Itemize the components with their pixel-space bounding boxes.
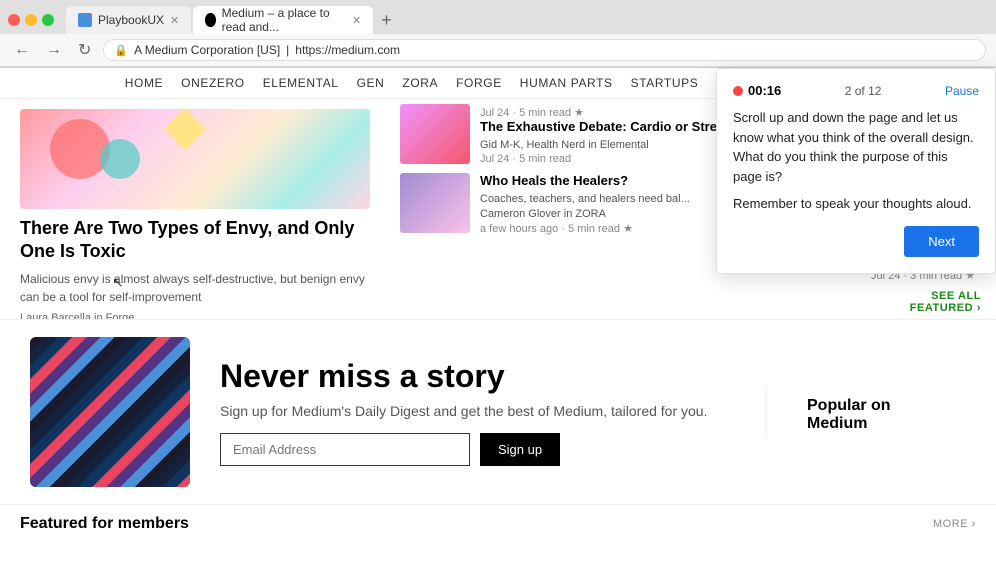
new-tab-button[interactable]: + bbox=[375, 10, 398, 31]
newsletter-section: Never miss a story Sign up for Medium's … bbox=[0, 319, 996, 504]
url-bar[interactable]: 🔒 A Medium Corporation [US] | https://me… bbox=[103, 39, 986, 61]
image-decoration-1 bbox=[50, 119, 110, 179]
article-thumb-cardio bbox=[400, 104, 470, 164]
newsletter-content: Never miss a story Sign up for Medium's … bbox=[220, 358, 736, 466]
nav-gen[interactable]: GEN bbox=[357, 76, 385, 90]
newsletter-image bbox=[30, 337, 190, 487]
address-bar-row: ← → ↻ 🔒 A Medium Corporation [US] | http… bbox=[0, 34, 996, 67]
nav-elemental[interactable]: ELEMENTAL bbox=[263, 76, 339, 90]
popular-title: Popular on Medium bbox=[787, 387, 966, 438]
tab-medium[interactable]: Medium – a place to read and... ✕ bbox=[193, 6, 373, 34]
tab-playbookux[interactable]: PlaybookUX ✕ bbox=[66, 6, 191, 34]
close-window-button[interactable] bbox=[8, 14, 20, 26]
nav-home[interactable]: HOME bbox=[125, 76, 163, 90]
tab-medium-close[interactable]: ✕ bbox=[352, 14, 361, 27]
tab-bar: PlaybookUX ✕ Medium – a place to read an… bbox=[0, 0, 996, 34]
forward-button[interactable]: → bbox=[42, 39, 66, 61]
left-article-meta: Laura Barcella in Forge a few hours ago … bbox=[20, 312, 370, 319]
address-url: https://medium.com bbox=[295, 43, 400, 57]
nav-human-parts[interactable]: HUMAN PARTS bbox=[520, 76, 613, 90]
overlay-body: Scroll up and down the page and let us k… bbox=[733, 108, 979, 214]
playbookux-favicon bbox=[78, 13, 92, 27]
next-button[interactable]: Next bbox=[904, 226, 979, 257]
mouse-cursor: ↖ bbox=[112, 274, 124, 291]
medium-favicon bbox=[205, 13, 215, 27]
tab-playbookux-label: PlaybookUX bbox=[98, 13, 164, 27]
left-article-subtitle: Malicious envy is almost always self-des… bbox=[20, 270, 370, 306]
newsletter-subtitle: Sign up for Medium's Daily Digest and ge… bbox=[220, 403, 736, 419]
address-company: A Medium Corporation [US] bbox=[134, 43, 280, 57]
newsletter-title: Never miss a story bbox=[220, 358, 736, 395]
featured-members-title: Featured for members bbox=[20, 515, 189, 533]
left-article-in: in bbox=[94, 312, 106, 319]
image-decoration-2 bbox=[100, 139, 140, 179]
overlay-reminder: Remember to speak your thoughts aloud. bbox=[733, 194, 979, 214]
pause-button[interactable]: Pause bbox=[945, 84, 979, 98]
overlay-next-row: Next bbox=[733, 226, 979, 257]
nav-startups[interactable]: STARTUPS bbox=[631, 76, 699, 90]
maximize-window-button[interactable] bbox=[42, 14, 54, 26]
article-thumb-healers bbox=[400, 173, 470, 233]
see-all-featured-link[interactable]: SEE ALL FEATURED › bbox=[871, 290, 986, 314]
browser-chrome: PlaybookUX ✕ Medium – a place to read an… bbox=[0, 0, 996, 68]
overlay-instruction: Scroll up and down the page and let us k… bbox=[733, 108, 979, 186]
email-input[interactable] bbox=[220, 433, 470, 466]
back-button[interactable]: ← bbox=[10, 39, 34, 61]
more-link[interactable]: MORE › bbox=[933, 518, 976, 530]
recording-dot-icon bbox=[733, 86, 743, 96]
refresh-button[interactable]: ↻ bbox=[74, 38, 95, 62]
popular-on-medium-column: Popular on Medium bbox=[766, 387, 966, 438]
signup-button[interactable]: Sign up bbox=[480, 433, 560, 466]
newsletter-image-decoration bbox=[30, 337, 190, 487]
nav-forge[interactable]: FORGE bbox=[456, 76, 502, 90]
left-article-title[interactable]: There Are Two Types of Envy, and Only On… bbox=[20, 217, 370, 264]
address-separator: | bbox=[286, 43, 289, 57]
overlay-timer: 00:16 bbox=[733, 83, 781, 98]
overlay-panel: 00:16 2 of 12 Pause Scroll up and down t… bbox=[716, 68, 996, 274]
left-featured-article: There Are Two Types of Envy, and Only On… bbox=[0, 99, 390, 319]
overlay-header: 00:16 2 of 12 Pause bbox=[733, 83, 979, 98]
featured-members-section: Featured for members MORE › bbox=[0, 504, 996, 548]
tab-medium-label: Medium – a place to read and... bbox=[222, 6, 346, 34]
left-article-publication[interactable]: Forge bbox=[106, 312, 135, 319]
lock-icon: 🔒 bbox=[114, 44, 128, 57]
newsletter-form: Sign up bbox=[220, 433, 736, 466]
medium-website: HOME ONEZERO ELEMENTAL GEN ZORA FORGE HU… bbox=[0, 68, 996, 548]
overlay-counter: 2 of 12 bbox=[845, 84, 882, 98]
timer-display: 00:16 bbox=[748, 83, 781, 98]
tab-playbookux-close[interactable]: ✕ bbox=[170, 14, 179, 27]
minimize-window-button[interactable] bbox=[25, 14, 37, 26]
window-controls bbox=[8, 14, 54, 26]
featured-header: Featured for members MORE › bbox=[20, 515, 976, 533]
image-decoration-3 bbox=[164, 109, 206, 150]
nav-onezero[interactable]: ONEZERO bbox=[181, 76, 245, 90]
nav-zora[interactable]: ZORA bbox=[402, 76, 438, 90]
left-article-image bbox=[20, 109, 370, 209]
left-article-author[interactable]: Laura Barcella bbox=[20, 312, 91, 319]
